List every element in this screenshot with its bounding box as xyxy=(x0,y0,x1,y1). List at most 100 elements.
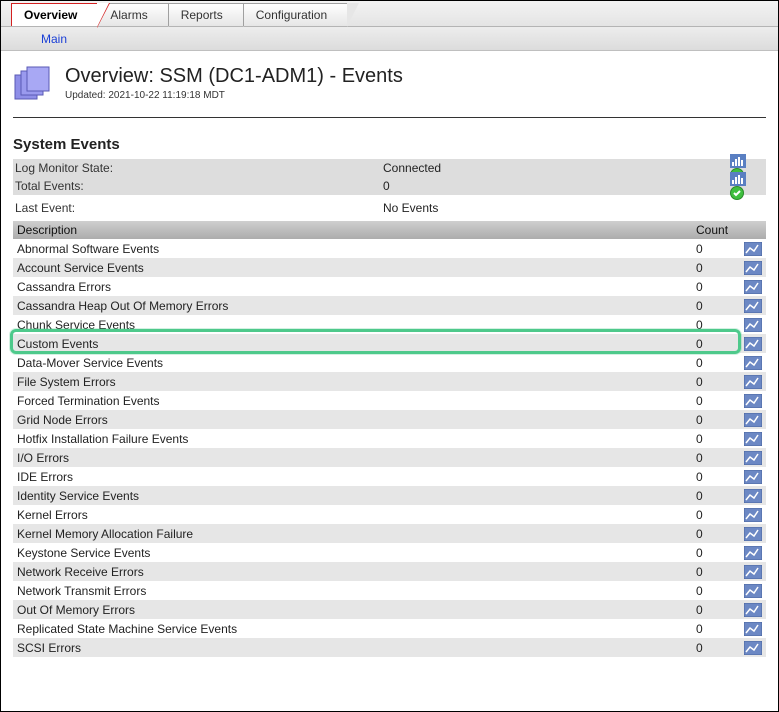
table-row: Kernel Errors0 xyxy=(13,505,766,524)
table-row: IDE Errors0 xyxy=(13,467,766,486)
chart-icon[interactable] xyxy=(744,470,762,484)
table-row: File System Errors0 xyxy=(13,372,766,391)
row-count: 0 xyxy=(696,622,740,636)
log-monitor-state-label: Log Monitor State: xyxy=(13,161,383,175)
row-description: Cassandra Errors xyxy=(13,280,696,294)
row-description: Keystone Service Events xyxy=(13,546,696,560)
chart-button-icon[interactable] xyxy=(730,154,764,168)
chart-icon[interactable] xyxy=(744,261,762,275)
chart-icon[interactable] xyxy=(744,584,762,598)
chart-icon[interactable] xyxy=(744,356,762,370)
page-stack-icon xyxy=(13,65,55,105)
chart-icon[interactable] xyxy=(744,641,762,655)
tab-configuration[interactable]: Configuration xyxy=(243,3,347,26)
row-count: 0 xyxy=(696,565,740,579)
chart-icon[interactable] xyxy=(744,337,762,351)
app-frame: OverviewAlarmsReportsConfiguration Main … xyxy=(0,0,779,712)
row-description: Abnormal Software Events xyxy=(13,242,696,256)
tab-overview[interactable]: Overview xyxy=(11,3,97,26)
table-row: Network Receive Errors0 xyxy=(13,562,766,581)
table-row: Abnormal Software Events0 xyxy=(13,239,766,258)
chart-icon[interactable] xyxy=(744,375,762,389)
divider xyxy=(13,117,766,118)
row-count: 0 xyxy=(696,508,740,522)
row-description: Hotfix Installation Failure Events xyxy=(13,432,696,446)
row-count: 0 xyxy=(696,356,740,370)
page-title: Overview: SSM (DC1-ADM1) - Events xyxy=(65,65,403,88)
sub-tabstrip: Main xyxy=(1,27,778,51)
summary-row-total-events: Total Events: 0 xyxy=(13,177,766,195)
row-description: Data-Mover Service Events xyxy=(13,356,696,370)
row-description: Identity Service Events xyxy=(13,489,696,503)
row-description: Chunk Service Events xyxy=(13,318,696,332)
chart-icon[interactable] xyxy=(744,565,762,579)
row-description: Network Transmit Errors xyxy=(13,584,696,598)
table-row: Kernel Memory Allocation Failure0 xyxy=(13,524,766,543)
row-description: Forced Termination Events xyxy=(13,394,696,408)
row-description: IDE Errors xyxy=(13,470,696,484)
last-event-label: Last Event: xyxy=(13,201,383,215)
row-count: 0 xyxy=(696,337,740,351)
row-description: Kernel Memory Allocation Failure xyxy=(13,527,696,541)
table-row: Replicated State Machine Service Events0 xyxy=(13,619,766,638)
chart-icon[interactable] xyxy=(744,432,762,446)
content-area: Overview: SSM (DC1-ADM1) - Events Update… xyxy=(1,51,778,657)
table-body: Abnormal Software Events0Account Service… xyxy=(13,239,766,657)
row-count: 0 xyxy=(696,280,740,294)
chart-icon[interactable] xyxy=(744,546,762,560)
row-count: 0 xyxy=(696,470,740,484)
row-count: 0 xyxy=(696,641,740,655)
chart-icon[interactable] xyxy=(744,451,762,465)
chart-icon[interactable] xyxy=(744,508,762,522)
row-count: 0 xyxy=(696,261,740,275)
table-row: Custom Events0 xyxy=(13,334,766,353)
tab-reports[interactable]: Reports xyxy=(168,3,243,26)
total-events-label: Total Events: xyxy=(13,179,383,193)
table-row: Out Of Memory Errors0 xyxy=(13,600,766,619)
status-ok-icon xyxy=(730,186,764,200)
table-row: Cassandra Errors0 xyxy=(13,277,766,296)
col-header-count: Count xyxy=(696,223,740,237)
row-description: File System Errors xyxy=(13,375,696,389)
summary-row-last-event: Last Event: No Events xyxy=(13,199,766,217)
row-description: Custom Events xyxy=(13,337,696,351)
page-header: Overview: SSM (DC1-ADM1) - Events Update… xyxy=(13,57,766,113)
row-description: Out Of Memory Errors xyxy=(13,603,696,617)
row-count: 0 xyxy=(696,432,740,446)
chart-icon[interactable] xyxy=(744,489,762,503)
table-row: Hotfix Installation Failure Events0 xyxy=(13,429,766,448)
table-row: SCSI Errors0 xyxy=(13,638,766,657)
chart-icon[interactable] xyxy=(744,622,762,636)
row-description: Grid Node Errors xyxy=(13,413,696,427)
table-row: Network Transmit Errors0 xyxy=(13,581,766,600)
row-description: SCSI Errors xyxy=(13,641,696,655)
table-row: I/O Errors0 xyxy=(13,448,766,467)
table-row: Grid Node Errors0 xyxy=(13,410,766,429)
main-tabstrip: OverviewAlarmsReportsConfiguration xyxy=(1,1,778,27)
chart-icon[interactable] xyxy=(744,413,762,427)
row-count: 0 xyxy=(696,318,740,332)
chart-icon[interactable] xyxy=(744,299,762,313)
table-row: Chunk Service Events0 xyxy=(13,315,766,334)
page-updated: Updated: 2021-10-22 11:19:18 MDT xyxy=(65,90,403,101)
col-header-description: Description xyxy=(13,223,696,237)
row-description: Cassandra Heap Out Of Memory Errors xyxy=(13,299,696,313)
chart-icon[interactable] xyxy=(744,280,762,294)
chart-icon[interactable] xyxy=(744,394,762,408)
chart-icon[interactable] xyxy=(744,242,762,256)
chart-icon[interactable] xyxy=(744,318,762,332)
chart-icon[interactable] xyxy=(744,603,762,617)
row-count: 0 xyxy=(696,527,740,541)
table-row: Data-Mover Service Events0 xyxy=(13,353,766,372)
subtab-main[interactable]: Main xyxy=(41,32,67,46)
row-count: 0 xyxy=(696,394,740,408)
row-count: 0 xyxy=(696,375,740,389)
row-description: Kernel Errors xyxy=(13,508,696,522)
row-description: Replicated State Machine Service Events xyxy=(13,622,696,636)
row-count: 0 xyxy=(696,451,740,465)
table-row: Identity Service Events0 xyxy=(13,486,766,505)
total-events-value: 0 xyxy=(383,179,730,193)
chart-icon[interactable] xyxy=(744,527,762,541)
row-description: I/O Errors xyxy=(13,451,696,465)
chart-button-icon[interactable] xyxy=(730,172,764,186)
